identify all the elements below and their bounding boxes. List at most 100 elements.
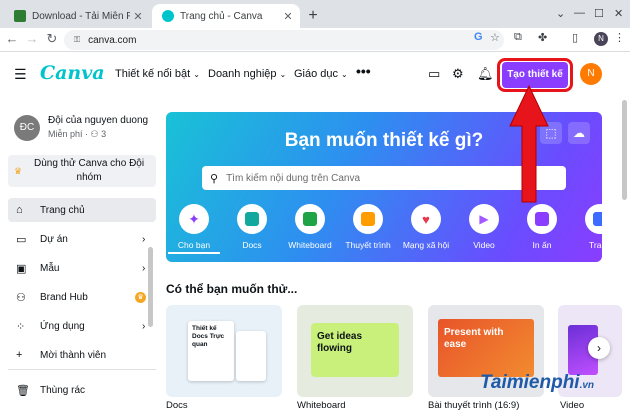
category-label: Video [473, 240, 495, 250]
category-for-you[interactable]: ✦ Cho bạn [168, 204, 220, 254]
whiteboard-thumbnail: Get ideas flowing [311, 323, 399, 377]
more-icon[interactable]: ••• [356, 63, 371, 79]
docs-thumbnail-page [236, 331, 266, 381]
menu-icon[interactable]: ☰ [14, 66, 27, 83]
close-tab-icon[interactable]: ✕ [130, 10, 146, 23]
category-label: Mạng xã hội [402, 240, 450, 250]
reload-icon[interactable]: ↻ [44, 31, 60, 47]
trash-icon: 🗑︎ [16, 384, 30, 397]
sidebar-item-projects[interactable]: ▭ Dự án › [8, 227, 156, 251]
sidebar: ĐC Đội của nguyen duong Miễn phí · ⚇ 3 ♛… [0, 95, 160, 411]
sidebar-item-label: Ứng dụng [40, 320, 85, 332]
video-camera-icon: ▶ [469, 204, 499, 234]
main-scrollbar[interactable] [622, 100, 627, 200]
docs-thumbnail: Thiết kế Docs Trực quan [188, 321, 234, 381]
template-icon: ▣ [16, 262, 27, 275]
invite-members-button[interactable]: + Mời thành viên [8, 343, 156, 367]
maximize-icon[interactable]: ☐ [594, 7, 604, 20]
team-name[interactable]: Đội của nguyen duong [48, 115, 148, 126]
sidebar-item-trash[interactable]: 🗑︎ Thùng rác [8, 378, 156, 402]
chevron-down-icon: ⌄ [193, 70, 200, 79]
trial-line-1: Dùng thử Canva cho Đội [33, 158, 145, 169]
docs-icon [237, 204, 267, 234]
search-icon: ⚲ [210, 172, 219, 185]
sidebar-item-brand-hub[interactable]: ⚇ Brand Hub ♛ [8, 285, 156, 309]
new-tab-button[interactable]: + [304, 7, 322, 25]
category-whiteboard[interactable]: Whiteboard [284, 204, 336, 250]
watermark-suffix: .vn [579, 380, 595, 391]
chevron-down-icon: ⌄ [341, 70, 348, 79]
trial-teams-button[interactable]: ♛ Dùng thử Canva cho Đội nhóm [8, 155, 156, 187]
video-card-label: Video [560, 400, 585, 411]
minimize-icon[interactable]: — [574, 7, 585, 19]
back-icon[interactable]: ← [4, 31, 20, 46]
tab-canva[interactable]: Trang chủ - Canva ✕ [152, 4, 300, 28]
upload-icon[interactable]: ☁ [568, 122, 590, 144]
category-label: Docs [242, 240, 262, 250]
desktop-app-icon[interactable]: ▭ [428, 66, 440, 82]
people-icon: ⚇ [90, 129, 99, 139]
sidebar-item-label: Thùng rác [40, 384, 86, 396]
close-tab-icon[interactable]: ✕ [280, 10, 296, 23]
google-lens-icon[interactable]: G [474, 31, 483, 43]
category-website[interactable]: Trang [574, 204, 602, 250]
browser-toolbar: ← → ↻ ⚿ canva.com G ☆ ⧉ ✤ ▯ N ⋮ [0, 28, 630, 52]
chevron-down-icon: ⌄ [279, 70, 287, 79]
trial-line-2: nhóm [76, 172, 102, 183]
category-video[interactable]: ▶ Video [458, 204, 510, 250]
printer-icon [527, 204, 557, 234]
sparkle-icon: ✦ [179, 204, 209, 234]
browser-tab-strip: Download - Tải Miễn Phí VN - Ph ✕ Trang … [0, 0, 630, 28]
category-presentation[interactable]: Thuyết trình [342, 204, 394, 250]
nav-education[interactable]: Giáo dục ⌄ [294, 68, 348, 80]
download-favicon-icon [14, 10, 26, 22]
sidebar-item-home[interactable]: ⌂ Trang chủ [8, 198, 156, 222]
annotation-arrow-icon [509, 84, 549, 203]
suggestions-title: Có thể bạn muốn thử... [166, 282, 298, 296]
tab-search-chevron-icon[interactable]: ⌄ [556, 7, 565, 20]
nav-business[interactable]: Doanh nghiệp ⌄ [208, 68, 286, 80]
chevron-right-icon[interactable]: › [588, 337, 610, 359]
category-print[interactable]: In ấn [516, 204, 568, 250]
chrome-menu-icon[interactable]: ⋮ [614, 31, 625, 44]
category-label: Cho bạn [168, 240, 220, 254]
sidebar-item-apps[interactable]: ⁘ Ứng dụng › [8, 314, 156, 338]
docs-card[interactable]: Thiết kế Docs Trực quan [166, 305, 282, 397]
sidebar-item-label: Trang chủ [40, 204, 85, 216]
search-placeholder: Tìm kiếm nội dung trên Canva [226, 172, 361, 184]
puzzle-extension-icon[interactable]: ✤ [538, 31, 547, 44]
sidebar-item-templates[interactable]: ▣ Mẫu › [8, 256, 156, 280]
settings-gear-icon[interactable]: ⚙ [452, 66, 464, 82]
watermark-text: Taimienphi [480, 372, 580, 393]
category-docs[interactable]: Docs [226, 204, 278, 250]
nav-featured-designs[interactable]: Thiết kế nổi bật ⌄ [115, 68, 200, 80]
sidebar-scrollbar[interactable] [148, 247, 153, 327]
notification-bell-icon[interactable]: 🔔︎ [477, 66, 494, 82]
whiteboard-card[interactable]: Get ideas flowing [297, 305, 413, 397]
forward-icon[interactable]: → [24, 31, 40, 46]
profile-avatar[interactable]: N [594, 32, 608, 46]
category-social-media[interactable]: ♥ Mạng xã hội [400, 204, 452, 250]
team-avatar[interactable]: ĐC [14, 115, 40, 141]
canva-logo[interactable]: Canva [40, 62, 105, 84]
bookmark-star-icon[interactable]: ☆ [490, 31, 500, 44]
site-info-icon[interactable]: ⚿ [74, 35, 80, 45]
crown-icon: ♛ [14, 165, 23, 176]
whiteboard-card-label: Whiteboard [297, 400, 346, 411]
address-bar[interactable]: ⚿ canva.com [64, 30, 504, 50]
docs-card-label: Docs [166, 400, 188, 411]
sidebar-divider [8, 369, 156, 370]
tab-download[interactable]: Download - Tải Miễn Phí VN - Ph ✕ [4, 4, 150, 28]
crown-icon: ♛ [135, 291, 146, 303]
extensions-icon[interactable]: ⧉ [514, 31, 522, 44]
team-member-count: 3 [101, 129, 107, 139]
folder-icon: ▭ [16, 233, 27, 246]
sidebar-item-label: Dự án [40, 233, 68, 245]
presentation-card-label: Bài thuyết trình (16:9) [428, 400, 520, 411]
brand-hub-icon: ⚇ [16, 291, 26, 304]
sidebar-item-label: Brand Hub [40, 291, 88, 303]
side-panel-icon[interactable]: ▯ [572, 31, 578, 44]
chevron-right-icon: › [142, 233, 146, 245]
close-window-icon[interactable]: ✕ [614, 7, 623, 20]
user-avatar[interactable]: N [580, 63, 602, 85]
